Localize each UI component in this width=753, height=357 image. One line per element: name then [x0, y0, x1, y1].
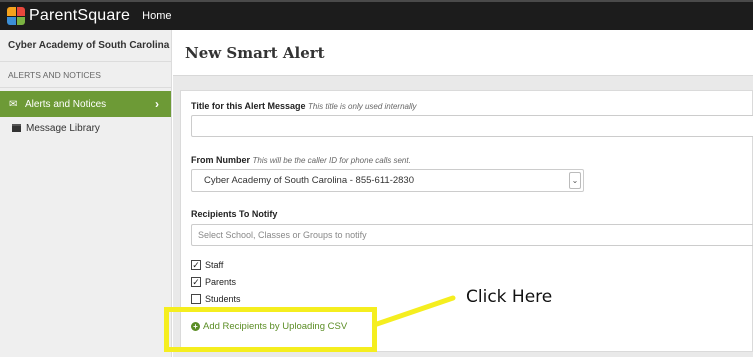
alert-title-input[interactable]: [191, 115, 753, 137]
top-navigation-bar: ParentSquare Home: [0, 0, 753, 30]
checkbox-staff[interactable]: ✓ Staff: [191, 260, 223, 270]
recipients-placeholder: Select School, Classes or Groups to noti…: [198, 230, 367, 240]
checkbox-label: Staff: [205, 260, 224, 270]
callout-text: Click Here: [466, 287, 553, 307]
title-field-label: Title for this Alert Message This title …: [191, 101, 417, 111]
home-link[interactable]: Home: [142, 10, 171, 22]
checkbox-checked-icon[interactable]: ✓: [191, 277, 201, 287]
title-field-hint: This title is only used internally: [308, 102, 417, 111]
checkbox-parents[interactable]: ✓ Parents: [191, 277, 236, 287]
recipients-input[interactable]: Select School, Classes or Groups to noti…: [191, 224, 753, 246]
title-field-label-text: Title for this Alert Message: [191, 101, 306, 111]
checkbox-label: Parents: [205, 277, 237, 287]
checkbox-students[interactable]: Students: [191, 294, 241, 304]
sidebar-item-alerts-and-notices[interactable]: ✉ Alerts and Notices ›: [0, 91, 171, 117]
from-number-value: Cyber Academy of South Carolina - 855-61…: [204, 175, 415, 186]
brand-name: ParentSquare: [29, 7, 131, 24]
checkbox-label: Students: [205, 294, 241, 304]
school-name[interactable]: Cyber Academy of South Carolina: [0, 30, 171, 62]
sidebar-section-header: ALERTS AND NOTICES: [0, 62, 171, 88]
page-title: New Smart Alert: [185, 43, 325, 62]
sidebar-item-label: Alerts and Notices: [25, 98, 107, 110]
chevron-right-icon: ›: [155, 97, 159, 111]
page-header: New Smart Alert: [173, 30, 753, 76]
checkbox-checked-icon[interactable]: ✓: [191, 260, 201, 270]
chevron-down-icon[interactable]: ⌄: [569, 172, 581, 189]
highlight-box: [164, 307, 377, 352]
parentsquare-logo-icon: [7, 7, 25, 25]
sidebar-item-message-library[interactable]: Message Library: [0, 117, 171, 139]
recipients-label: Recipients To Notify: [191, 209, 278, 219]
archive-icon: [12, 124, 21, 132]
brand[interactable]: ParentSquare: [0, 7, 130, 25]
checkbox-unchecked-icon[interactable]: [191, 294, 201, 304]
sidebar: Cyber Academy of South Carolina ALERTS A…: [0, 30, 172, 357]
from-number-select[interactable]: Cyber Academy of South Carolina - 855-61…: [191, 169, 584, 192]
from-number-label-text: From Number: [191, 155, 251, 165]
sidebar-item-label: Message Library: [26, 122, 100, 134]
megaphone-icon: ✉: [9, 98, 18, 110]
from-number-label: From Number This will be the caller ID f…: [191, 155, 411, 165]
from-number-hint: This will be the caller ID for phone cal…: [252, 156, 411, 165]
